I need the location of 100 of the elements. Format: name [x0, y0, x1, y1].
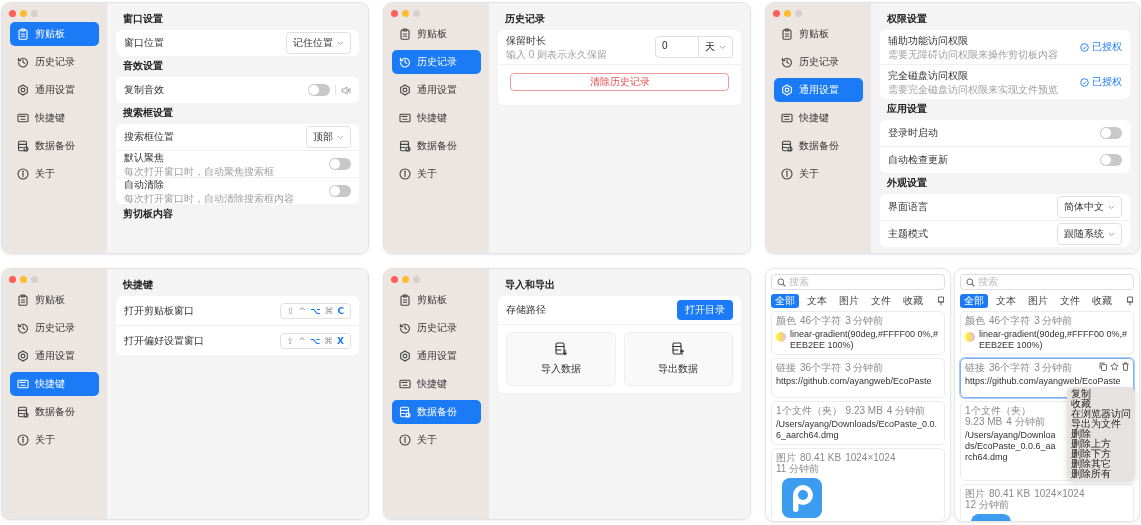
sidebar-item[interactable]: 关于 — [392, 428, 481, 452]
sidebar-item[interactable]: 剪贴板 — [10, 22, 99, 46]
sidebar-item[interactable]: 通用设置 — [392, 78, 481, 102]
menu-item[interactable]: 删除 — [1071, 429, 1131, 439]
setting-label: 界面语言 — [888, 201, 928, 213]
menu-item[interactable]: 复制 — [1071, 389, 1131, 399]
filter-tab[interactable]: 文件 — [1056, 293, 1084, 308]
sidebar-item[interactable]: 历史记录 — [10, 316, 99, 340]
sidebar-item[interactable]: 数据备份 — [10, 400, 99, 424]
open-folder-button[interactable]: 打开目录 — [677, 300, 733, 320]
setting-description: 需要完全磁盘访问权限来实现文件预览 — [888, 83, 1058, 95]
sidebar-item[interactable]: 关于 — [392, 162, 481, 186]
filter-tab[interactable]: 全部 — [771, 293, 799, 308]
item-meta-text: 1024×1024 — [845, 452, 896, 463]
filter-tab[interactable]: 图片 — [1024, 293, 1052, 308]
section-title: 应用设置 — [886, 102, 928, 116]
setting-description: 每次打开窗口时，自动清除搜索框内容 — [124, 192, 294, 204]
clear-history-button[interactable]: 清除历史记录 — [510, 73, 729, 91]
sidebar-item[interactable]: 通用设置 — [392, 344, 481, 368]
sidebar-item[interactable]: 关于 — [10, 162, 99, 186]
shortcut-key: ⇧ — [286, 335, 295, 346]
sidebar-item[interactable]: 剪贴板 — [10, 288, 99, 312]
dropdown[interactable]: 简体中文 — [1057, 196, 1122, 218]
sidebar-item[interactable]: 快捷键 — [10, 372, 99, 396]
sidebar-item[interactable]: 数据备份 — [10, 134, 99, 158]
filter-tab[interactable]: 文本 — [803, 293, 831, 308]
item-meta-text: 80.41 KB — [800, 452, 842, 463]
clipboard-item[interactable]: 图片 80.41 KB 1024×1024 11 分钟前 — [771, 448, 945, 521]
status-text: 已授权 — [1092, 40, 1122, 54]
dropdown[interactable]: 顶部 — [306, 126, 351, 148]
setting-label: 自动检查更新 — [888, 154, 948, 166]
filter-tab[interactable]: 收藏 — [899, 293, 927, 308]
sidebar-item[interactable]: 快捷键 — [392, 106, 481, 130]
item-text: linear-gradient(90deg,#FFFF00 0%,#EEB2EE 100%) — [979, 329, 1129, 351]
sidebar-item[interactable]: 通用设置 — [10, 344, 99, 368]
filter-tab[interactable]: 全部 — [960, 293, 988, 308]
filter-tab[interactable]: 文件 — [867, 293, 895, 308]
sidebar-item[interactable]: 剪贴板 — [392, 288, 481, 312]
sidebar-item[interactable]: 快捷键 — [392, 372, 481, 396]
sidebar-item[interactable]: 通用设置 — [774, 78, 863, 102]
menu-item[interactable]: 导出为文件 — [1071, 419, 1131, 429]
sidebar-item[interactable]: 关于 — [774, 162, 863, 186]
section-title: 快捷键 — [121, 278, 154, 292]
data-tile[interactable]: 导出数据 — [623, 332, 733, 386]
setting-label: 打开剪贴板窗口 — [124, 304, 194, 317]
menu-item[interactable]: 在浏览器访问 — [1071, 409, 1131, 419]
item-text: https://github.com/ayangweb/EcoPaste — [965, 376, 1122, 387]
clipboard-item[interactable]: 颜色 46个字符 3 分钟前 linear-gradient(90deg,#FFFF00 0%,#EEB2EE 100%) — [960, 311, 1134, 355]
sidebar-item[interactable]: 历史记录 — [774, 50, 863, 74]
setting-description: 需要无障碍访问权限来操作剪切板内容 — [888, 48, 1058, 60]
sidebar-item[interactable]: 快捷键 — [10, 106, 99, 130]
setting-label: 自动清除 — [124, 178, 165, 191]
item-meta-text: 颜色 — [965, 315, 985, 326]
filter-tab[interactable]: 图片 — [835, 293, 863, 308]
item-meta-text: 图片 — [965, 488, 985, 499]
setting-label: 默认聚焦 — [124, 151, 165, 164]
item-text: /Users/ayang/Downloads/EcoPaste_0.0.6_aarch64.dmg — [776, 419, 939, 441]
dropdown[interactable]: 跟随系统 — [1057, 223, 1122, 245]
item-text: https://github.com/ayangweb/EcoPaste — [776, 376, 933, 387]
item-meta-text: 36个字符 — [800, 362, 842, 373]
shortcut-key: X — [337, 335, 344, 346]
sidebar-item[interactable]: 历史记录 — [392, 316, 481, 340]
shortcut-field[interactable]: ⇧ ^ ⌥ ⌘ C — [279, 302, 351, 319]
sidebar-item[interactable]: 剪贴板 — [774, 22, 863, 46]
sidebar-item[interactable]: 数据备份 — [392, 400, 481, 424]
item-meta-text: 3 分钟前 — [1034, 315, 1073, 326]
sidebar-item[interactable]: 数据备份 — [774, 134, 863, 158]
shortcut-key: ^ — [298, 305, 306, 316]
clipboard-item[interactable]: 图片 80.41 KB 1024×1024 12 分钟前 — [960, 484, 1134, 521]
menu-item[interactable]: 删除所有 — [1071, 469, 1131, 479]
item-meta-text: 图片 — [776, 452, 796, 463]
sidebar-item[interactable]: 通用设置 — [10, 78, 99, 102]
sidebar-item[interactable]: 数据备份 — [392, 134, 481, 158]
sidebar-item[interactable]: 历史记录 — [10, 50, 99, 74]
item-meta-text: 3 分钟前 — [845, 362, 884, 373]
section-title: 搜索框设置 — [122, 106, 174, 120]
clipboard-item[interactable]: 颜色 46个字符 3 分钟前 linear-gradient(90deg,#FFFF00 0%,#EEB2EE 100%) — [771, 311, 945, 355]
setting-description: 每次打开窗口时，自动聚焦搜索框 — [124, 165, 274, 177]
sidebar-item[interactable]: 历史记录 — [392, 50, 481, 74]
section-title: 外观设置 — [886, 176, 928, 190]
setting-label: 保留时长 — [506, 34, 547, 47]
filter-tab[interactable]: 文本 — [992, 293, 1020, 308]
unit-dropdown[interactable]: 天 — [699, 36, 733, 58]
item-meta-text: 9.23 MB — [965, 416, 1003, 427]
sidebar-item[interactable]: 快捷键 — [774, 106, 863, 130]
menu-item[interactable]: 删除下方 — [1071, 449, 1131, 459]
sidebar-item[interactable]: 关于 — [10, 428, 99, 452]
menu-item[interactable]: 收藏 — [1071, 399, 1131, 409]
data-tile[interactable]: 导入数据 — [506, 332, 616, 386]
clipboard-item[interactable]: 链接 36个字符 3 分钟前 https://github.com/ayangweb/EcoPaste — [771, 358, 945, 398]
section-title: 音效设置 — [122, 59, 164, 73]
dropdown[interactable]: 记住位置 — [286, 32, 351, 54]
filter-tab[interactable]: 收藏 — [1088, 293, 1116, 308]
menu-item[interactable]: 删除上方 — [1071, 439, 1131, 449]
shortcut-field[interactable]: ⇧ ^ ⌥ ⌘ X — [279, 332, 351, 349]
menu-item[interactable]: 删除其它 — [1071, 459, 1131, 469]
number-field[interactable]: 0 — [655, 36, 699, 58]
sidebar-item[interactable]: 剪贴板 — [392, 22, 481, 46]
item-meta-text: 3 分钟前 — [845, 315, 884, 326]
clipboard-item[interactable]: 1个文件（夹） 9.23 MB 4 分钟前 /Users/ayang/Downloads/EcoPaste_0.0.6_aarch64.dmg — [771, 401, 945, 445]
